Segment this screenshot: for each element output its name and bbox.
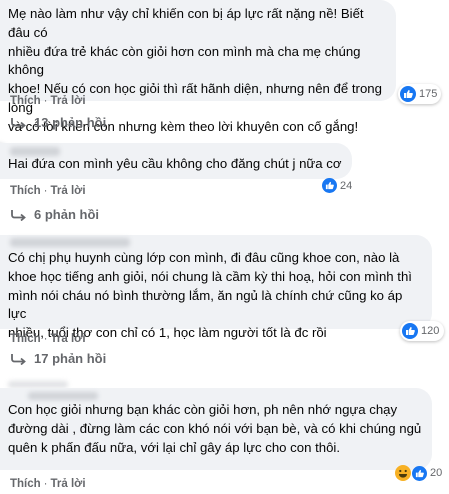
- like-button[interactable]: Thích: [10, 95, 41, 107]
- replies-count-label: 6 phản hồi: [34, 207, 99, 222]
- reply-button[interactable]: Trả lời: [51, 478, 86, 490]
- comment-actions: Thích · Trả lời: [10, 478, 86, 490]
- reply-button[interactable]: Trả lời: [51, 185, 86, 197]
- reply-button[interactable]: Trả lời: [51, 95, 86, 107]
- reply-button[interactable]: Trả lời: [51, 333, 86, 345]
- reaction-count: 175: [419, 88, 438, 100]
- like-button[interactable]: Thích: [10, 333, 41, 345]
- author-name-blurred[interactable]: [28, 392, 98, 400]
- author-name-blurred[interactable]: [8, 381, 68, 388]
- comment-bubble: Mẹ nào làm như vậy chỉ khiến con bị áp l…: [0, 0, 396, 134]
- comment-bubble: Con học giỏi nhưng bạn khác còn giỏi hơn…: [0, 388, 432, 470]
- comment-text: Có chị phụ huynh cùng lớp con mình, đi đ…: [8, 250, 412, 341]
- like-button[interactable]: Thích: [10, 185, 41, 197]
- reaction-summary[interactable]: 20: [395, 465, 442, 481]
- view-replies-link[interactable]: 13 phản hồi: [10, 115, 106, 130]
- reaction-summary[interactable]: 120: [400, 321, 444, 341]
- comment-bubble: Hai đứa con mình yêu cầu không cho đăng …: [0, 143, 352, 179]
- like-icon: [412, 465, 427, 481]
- replies-count-label: 17 phản hồi: [34, 351, 107, 366]
- reply-arrow-icon: [11, 209, 26, 221]
- reply-arrow-icon: [11, 117, 26, 129]
- view-replies-link[interactable]: 17 phản hồi: [10, 351, 106, 366]
- haha-icon: [395, 465, 411, 481]
- comment-actions: Thích · Trả lời: [10, 95, 86, 107]
- like-button[interactable]: Thích: [10, 478, 41, 490]
- author-name-blurred[interactable]: [10, 238, 130, 247]
- reaction-count: 24: [340, 179, 353, 192]
- reply-arrow-icon: [11, 353, 26, 365]
- reaction-count: 120: [421, 325, 440, 337]
- comment-bubble: Có chị phụ huynh cùng lớp con mình, đi đ…: [0, 235, 432, 340]
- reaction-count: 20: [430, 467, 443, 479]
- author-name-blurred[interactable]: [10, 147, 60, 156]
- view-replies-link[interactable]: 6 phản hồi: [10, 207, 99, 222]
- comment-actions: Thích · Trả lời: [10, 185, 86, 197]
- like-icon: [400, 86, 416, 102]
- reaction-summary[interactable]: 24: [322, 178, 352, 193]
- replies-count-label: 13 phản hồi: [34, 115, 107, 130]
- like-icon: [322, 178, 337, 193]
- like-icon: [402, 323, 418, 339]
- comment-actions: Thích · Trả lời: [10, 333, 86, 345]
- reaction-summary[interactable]: 175: [398, 84, 442, 104]
